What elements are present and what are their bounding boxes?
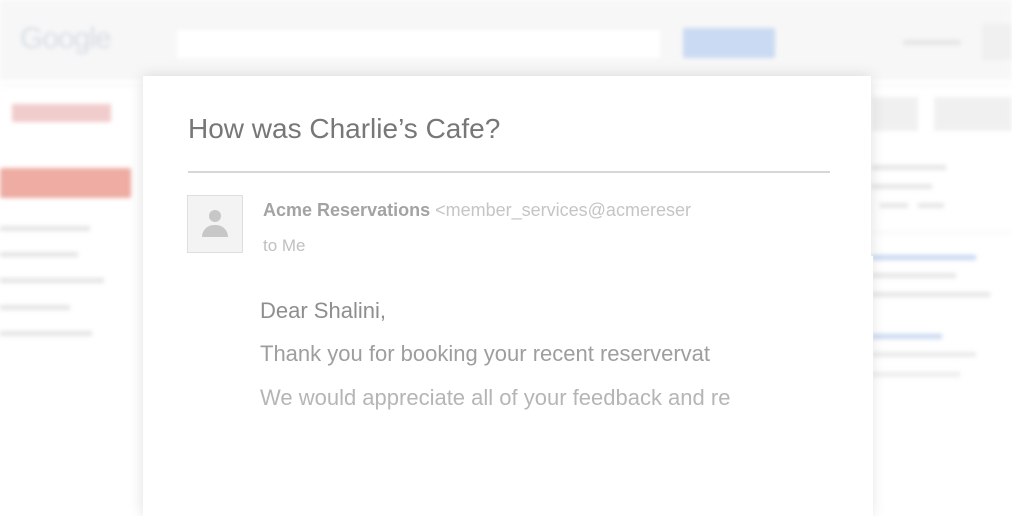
toolbar-button[interactable] [934,97,1012,131]
side-panel-line [880,203,908,208]
side-panel-line [918,203,944,208]
email-message-card: How was Charlie’s Cafe? Acme Reservation… [143,76,873,516]
side-panel-line [872,165,946,170]
compose-button[interactable] [0,168,131,198]
gmail-menu[interactable] [12,104,111,122]
email-body-greeting: Dear Shalini, [260,298,386,323]
person-silhouette-icon-body [202,225,228,237]
search-input[interactable] [175,28,662,60]
sender-line: Acme Reservations <member_services@acmer… [263,200,828,224]
sidebar-item-starred[interactable] [0,252,78,257]
email-body-line: Thank you for booking your recent reserv… [260,341,711,366]
side-panel-divider [872,232,1012,233]
toolbar-button[interactable] [872,97,918,131]
sidebar-item-important[interactable] [0,278,104,283]
side-panel-line [872,184,932,189]
google-logo: Google [20,22,112,55]
email-subject: How was Charlie’s Cafe? [188,113,501,144]
sender-email[interactable]: <member_services@acmereser [435,200,691,220]
recipient-line[interactable]: to Me [263,236,306,256]
side-panel-line [872,273,956,278]
sidebar-item-sent[interactable] [0,305,70,310]
account-avatar[interactable] [982,24,1012,60]
side-panel-link[interactable] [872,255,976,260]
sender-avatar [187,195,243,253]
account-name[interactable] [903,40,961,45]
search-button[interactable] [683,28,775,58]
subject-divider [188,171,830,173]
person-silhouette-icon [209,210,221,222]
email-body-line: We would appreciate all of your feedback… [260,385,731,410]
side-panel-line [872,292,990,297]
sender-name[interactable]: Acme Reservations [263,200,430,220]
sidebar-item-inbox[interactable] [0,226,90,231]
